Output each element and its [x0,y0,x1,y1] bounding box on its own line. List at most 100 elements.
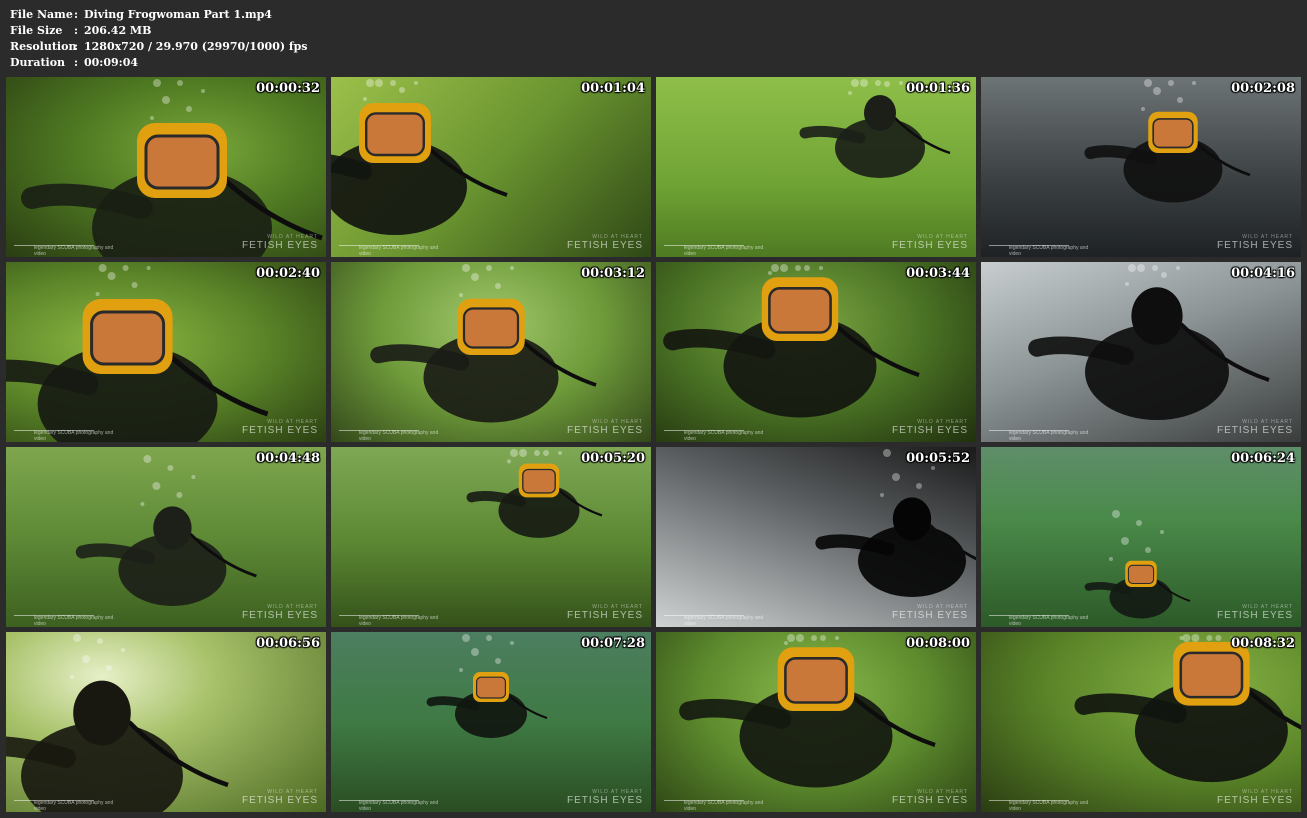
bubble [191,475,196,479]
bubble [82,655,90,663]
watermark-subtitle: legendary SCUBA photography and video [34,245,114,257]
face-mask [522,468,556,494]
watermark-brand: WILD AT HEART FETISH EYES [892,234,968,251]
bubble [1125,282,1129,286]
thumbnail-scene [331,262,651,442]
watermark-subtitle: legendary SCUBA photography and video [359,615,439,627]
diver-arm [21,183,153,219]
video-thumbnail[interactable]: 00:00:32 legendary SCUBA photography and … [6,77,326,257]
bubble [796,634,804,642]
info-label: File Name [10,8,73,21]
watermark-signature: legendary SCUBA photography and video [14,790,124,812]
bubble [471,273,479,281]
bubble [177,80,183,86]
watermark-signature: legendary SCUBA photography and video [989,235,1099,257]
video-thumbnail[interactable]: 00:06:56 legendary SCUBA photography and … [6,632,326,812]
bubble [462,634,470,642]
bubble [1121,537,1129,545]
face-mask [90,310,166,366]
bubble [152,482,161,490]
video-thumbnail[interactable]: 00:01:36 legendary SCUBA photography and … [656,77,976,257]
watermark-brand: WILD AT HEART FETISH EYES [567,419,643,436]
video-thumbnail[interactable]: 00:05:20 legendary SCUBA photography and … [331,447,651,627]
video-thumbnail[interactable]: 00:02:08 legendary SCUBA photography and … [981,77,1301,257]
thumbnail-timestamp: 00:05:20 [581,451,645,466]
info-separator: : [74,8,79,21]
video-thumbnail[interactable]: 00:03:12 legendary SCUBA photography and … [331,262,651,442]
diver-arm [466,490,526,507]
bubble [880,493,884,497]
bubble [153,79,161,87]
watermark-subtitle: legendary SCUBA photography and video [684,245,764,257]
thumbnail-timestamp: 00:04:48 [256,451,320,466]
bubble [780,264,788,272]
bubble [1192,81,1196,85]
bubble [122,265,129,271]
watermark-logo-text: FETISH EYES [891,610,968,621]
watermark-signature: legendary SCUBA photography and video [989,605,1099,627]
bubble [558,451,562,455]
thumbnail-scene [656,262,976,442]
diver-figure [6,634,229,812]
video-thumbnail[interactable]: 00:07:28 legendary SCUBA photography and … [331,632,651,812]
bubble [1215,635,1222,641]
thumbnail-scene [981,262,1301,442]
bubble [471,648,479,656]
bubble [875,80,881,86]
watermark-logo-text: FETISH EYES [566,240,643,251]
diver-figure [663,264,920,418]
watermark-signature: legendary SCUBA photography and video [339,235,449,257]
video-thumbnail[interactable]: 00:05:52 legendary SCUBA photography and … [656,447,976,627]
thumbnail-scene [656,77,976,257]
bubble [507,459,511,464]
video-thumbnail[interactable]: 00:06:24 legendary SCUBA photography and … [981,447,1301,627]
bubble [1112,510,1120,518]
bubble [106,665,112,671]
diver-figure [21,79,323,257]
video-thumbnail[interactable]: 00:08:32 legendary SCUBA photography and … [981,632,1301,812]
bubble [848,91,852,95]
bubble [1136,520,1142,526]
video-thumbnail[interactable]: 00:02:40 legendary SCUBA photography and … [6,262,326,442]
video-thumbnail[interactable]: 00:03:44 legendary SCUBA photography and … [656,262,976,442]
watermark-subtitle: legendary SCUBA photography and video [34,615,114,627]
watermark-logo-text: FETISH EYES [566,795,643,806]
video-thumbnail[interactable]: 00:04:48 legendary SCUBA photography and … [6,447,326,627]
bubble [143,455,152,463]
bubble [121,648,125,652]
video-thumbnail[interactable]: 00:04:16 legendary SCUBA photography and … [981,262,1301,442]
bubble [771,264,779,272]
watermark-brand: WILD AT HEART FETISH EYES [242,789,318,806]
diver-arm [75,543,155,565]
bubble [899,81,903,85]
bubble [70,675,74,679]
file-info-panel: File Name : Diving Frogwoman Part 1.mp4 … [10,7,308,71]
info-row-resolution: Resolution : 1280x720 / 29.970 (29970/10… [10,39,308,55]
bubble [884,81,890,87]
face-mask [1179,651,1244,699]
video-thumbnail[interactable]: 00:01:04 legendary SCUBA photography and … [331,77,651,257]
bubble [1128,264,1136,272]
bubble [97,638,103,644]
info-row-file-size: File Size : 206.42 MB [10,23,308,39]
bubble [811,635,817,641]
diver-figure [1028,264,1270,420]
watermark-logo-text: FETISH EYES [1216,425,1293,436]
face-mask [1127,564,1155,585]
bubble [1145,547,1151,553]
watermark-subtitle: legendary SCUBA photography and video [1009,800,1089,812]
info-value: Diving Frogwoman Part 1.mp4 [84,8,272,21]
diver-figure [331,79,508,235]
bubble [1161,272,1167,278]
info-separator: : [74,56,79,69]
thumbnail-timestamp: 00:00:32 [256,81,320,96]
diver-arm [815,534,895,556]
bubble [860,79,868,87]
diver-head [864,95,896,131]
bubble [543,450,549,456]
diver-figure [466,449,603,538]
watermark-logo-text: FETISH EYES [891,795,968,806]
bubble [519,449,527,457]
watermark-subtitle: legendary SCUBA photography and video [1009,430,1089,442]
video-thumbnail[interactable]: 00:08:00 legendary SCUBA photography and … [656,632,976,812]
